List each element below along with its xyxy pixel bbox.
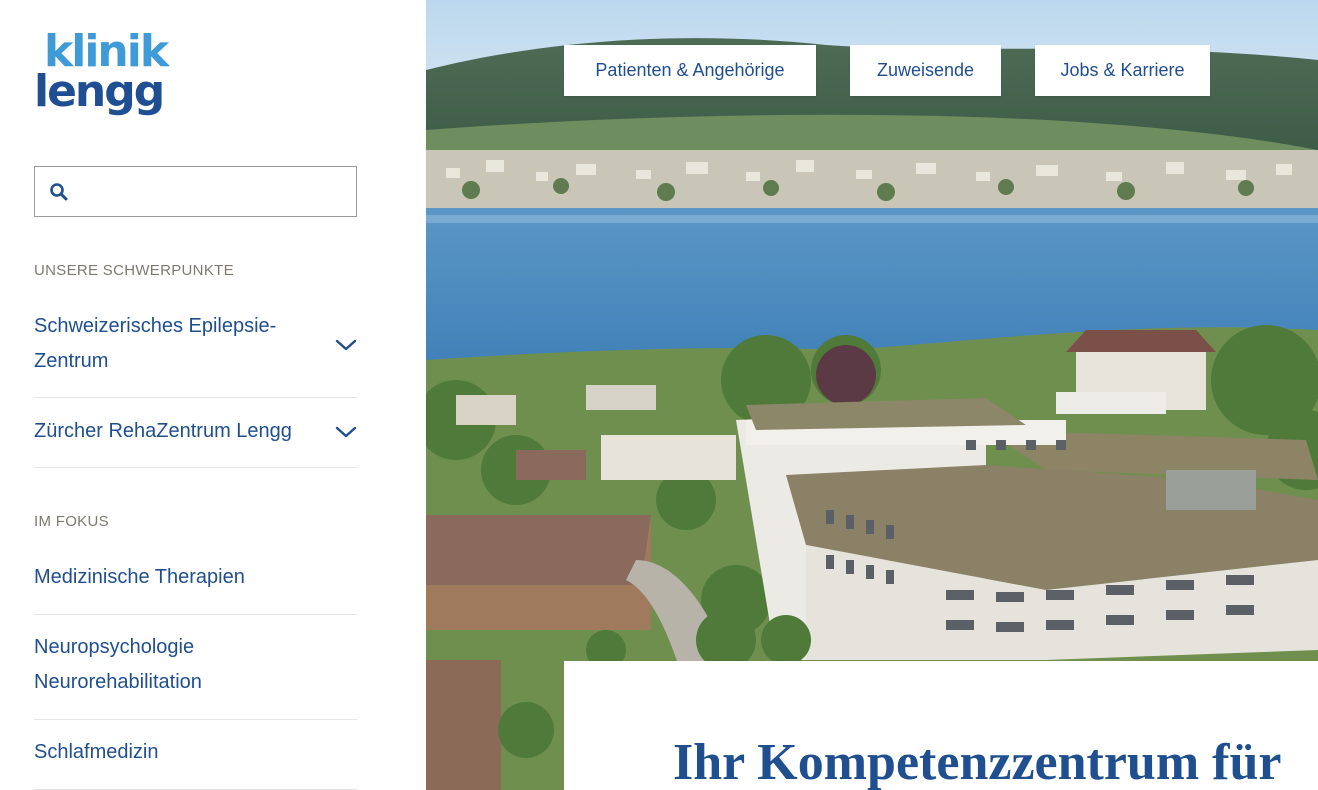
search-icon[interactable] bbox=[49, 182, 69, 202]
sidebar-item-epilepsie-zentrum[interactable]: Schweizerisches Epilepsie-Zentrum bbox=[34, 309, 357, 398]
section-label-schwerpunkte: UNSERE SCHWERPUNKTE bbox=[34, 262, 234, 279]
sidebar-item-neuropsychologie[interactable]: Neuropsychologie Neurorehabilitation bbox=[34, 615, 357, 720]
search-box bbox=[34, 166, 357, 217]
sidebar-item-label: Medizinische Therapien bbox=[34, 566, 245, 588]
klinik-lengg-logo[interactable]: klinik lengg bbox=[34, 30, 174, 122]
sidebar-item-label: Schweizerisches Epilepsie-Zentrum bbox=[34, 315, 277, 372]
sidebar: klinik lengg UNSERE SCHWERPUNKTE Schweiz… bbox=[0, 0, 426, 790]
sidebar-item-medizinische-therapien[interactable]: Medizinische Therapien bbox=[34, 545, 357, 615]
sidebar-item-label: Schlafmedizin bbox=[34, 741, 159, 763]
logo-line-2: lengg bbox=[34, 66, 165, 117]
sidebar-item-label: Neuropsychologie Neurorehabilitation bbox=[34, 636, 202, 693]
hero-title: Ihr Kompetenzzentrum für bbox=[673, 734, 1282, 790]
section-label-im-fokus: IM FOKUS bbox=[34, 513, 109, 530]
nav-button-patienten[interactable]: Patienten & Angehörige bbox=[564, 45, 816, 96]
nav-button-jobs-karriere[interactable]: Jobs & Karriere bbox=[1035, 45, 1210, 96]
sidebar-item-schlafmedizin[interactable]: Schlafmedizin bbox=[34, 720, 357, 790]
search-input[interactable] bbox=[81, 175, 346, 208]
nav-button-zuweisende[interactable]: Zuweisende bbox=[850, 45, 1001, 96]
sidebar-item-label: Zürcher RehaZentrum Lengg bbox=[34, 420, 292, 442]
hero-text-card: Ihr Kompetenzzentrum für bbox=[564, 661, 1318, 790]
chevron-down-icon[interactable] bbox=[335, 425, 357, 439]
hero-section: Patienten & Angehörige Zuweisende Jobs &… bbox=[426, 0, 1318, 790]
chevron-down-icon[interactable] bbox=[335, 338, 357, 352]
sidebar-item-rehazentrum[interactable]: Zürcher RehaZentrum Lengg bbox=[34, 398, 357, 468]
